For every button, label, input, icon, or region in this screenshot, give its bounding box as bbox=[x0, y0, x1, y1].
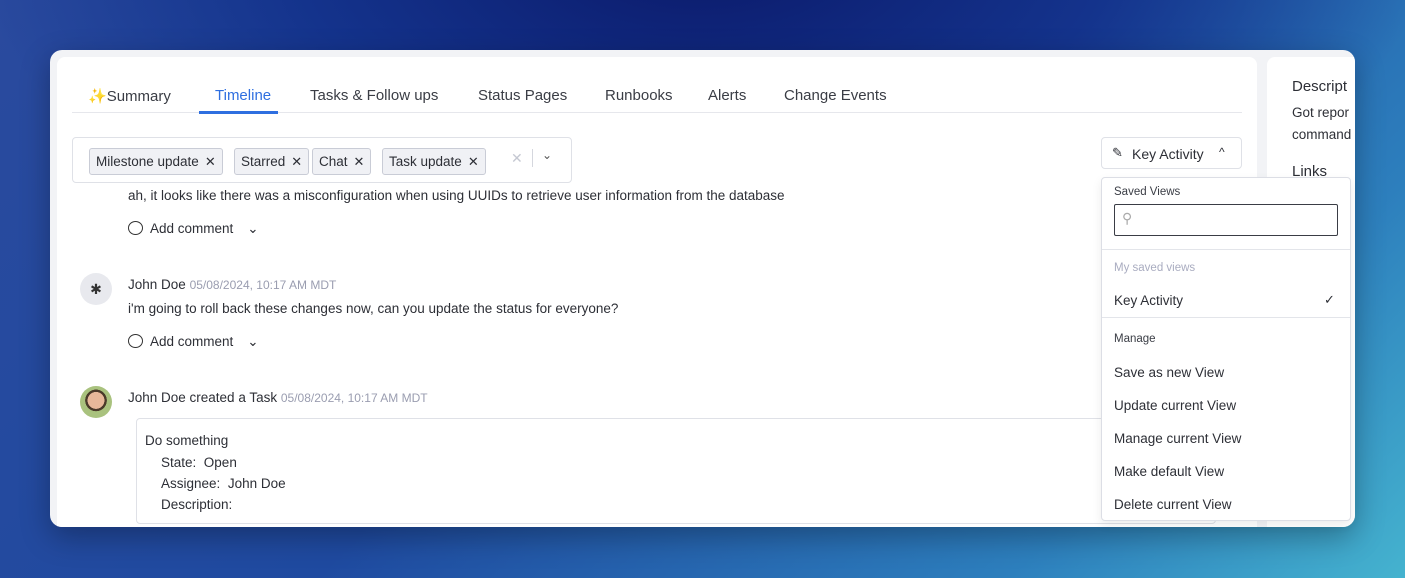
avatar bbox=[80, 386, 112, 418]
add-comment-button[interactable]: Add comment ⌄ bbox=[128, 221, 259, 237]
menu-heading: Saved Views bbox=[1114, 186, 1181, 198]
filter-chip: Milestone update ✕ bbox=[89, 148, 223, 175]
task-title: Do something bbox=[145, 433, 229, 448]
tab-tasks[interactable]: Tasks & Follow ups bbox=[310, 87, 438, 104]
filter-chip: Chat ✕ bbox=[312, 148, 372, 175]
chevron-up-icon: ^ bbox=[1219, 145, 1225, 159]
divider bbox=[532, 149, 533, 167]
task-state: State: Open bbox=[161, 455, 237, 470]
menu-section: Manage bbox=[1114, 333, 1156, 345]
chevron-down-icon[interactable]: ⌄ bbox=[247, 334, 258, 349]
slack-icon: ✱ bbox=[80, 273, 112, 305]
sparkles-icon: ✨ bbox=[88, 88, 107, 105]
tab-runbooks[interactable]: Runbooks bbox=[605, 87, 673, 104]
remove-icon[interactable]: ✕ bbox=[291, 154, 302, 169]
menu-item-key-activity[interactable]: Key Activity bbox=[1114, 293, 1183, 308]
pencil-icon: ✎ bbox=[1112, 145, 1123, 160]
description-text: Got repor bbox=[1292, 105, 1350, 120]
search-icon: ⚲ bbox=[1122, 210, 1133, 226]
saved-view-button[interactable]: ✎ Key Activity ^ bbox=[1101, 137, 1242, 169]
timeline-header: John Doe created a Task 05/08/2024, 10:1… bbox=[128, 390, 428, 405]
saved-views-menu: Saved Views ⚲ My saved views Key Activit… bbox=[1101, 177, 1351, 521]
filter-select[interactable]: Milestone update ✕ Starred ✕ Chat ✕ Task up… bbox=[72, 137, 572, 183]
menu-section: My saved views bbox=[1114, 262, 1196, 274]
remove-icon[interactable]: ✕ bbox=[354, 154, 365, 169]
add-comment-button[interactable]: Add comment ⌄ bbox=[128, 334, 259, 350]
comment-icon bbox=[128, 334, 143, 348]
tab-status-pages[interactable]: Status Pages bbox=[478, 87, 567, 104]
remove-icon[interactable]: ✕ bbox=[468, 154, 479, 169]
main-panel: ✨Summary Timeline Tasks & Follow ups Sta… bbox=[57, 57, 1257, 527]
tab-summary[interactable]: ✨Summary bbox=[88, 87, 171, 105]
divider bbox=[1102, 317, 1350, 318]
menu-item-update[interactable]: Update current View bbox=[1114, 398, 1236, 413]
active-tab-indicator bbox=[199, 111, 278, 114]
filter-chip: Task update ✕ bbox=[382, 148, 486, 175]
timeline-message: ah, it looks like there was a misconfigu… bbox=[128, 188, 785, 203]
divider bbox=[1102, 249, 1350, 250]
timeline-message: i'm going to roll back these changes now… bbox=[128, 301, 619, 316]
view-search-input[interactable]: ⚲ bbox=[1114, 204, 1338, 236]
description-heading: Descript bbox=[1292, 78, 1348, 95]
clear-icon[interactable]: ✕ bbox=[511, 150, 523, 167]
menu-item-delete[interactable]: Delete current View bbox=[1114, 497, 1232, 512]
description-text: command bbox=[1292, 127, 1352, 142]
task-description: Description: bbox=[161, 497, 233, 512]
chevron-down-icon[interactable]: ⌄ bbox=[542, 148, 552, 162]
task-card: Do something State: Open Assignee: John … bbox=[136, 418, 1216, 524]
filter-chip: Starred ✕ bbox=[234, 148, 310, 175]
check-icon: ✓ bbox=[1324, 292, 1335, 307]
menu-item-make-default[interactable]: Make default View bbox=[1114, 464, 1224, 479]
tab-change-events[interactable]: Change Events bbox=[784, 87, 887, 104]
remove-icon[interactable]: ✕ bbox=[205, 154, 216, 169]
menu-item-manage[interactable]: Manage current View bbox=[1114, 431, 1241, 446]
tab-alerts[interactable]: Alerts bbox=[708, 87, 746, 104]
tab-timeline[interactable]: Timeline bbox=[215, 87, 271, 104]
task-assignee: Assignee: John Doe bbox=[161, 476, 286, 491]
menu-item-save-new[interactable]: Save as new View bbox=[1114, 365, 1224, 380]
chevron-down-icon[interactable]: ⌄ bbox=[247, 221, 258, 236]
comment-icon bbox=[128, 221, 143, 235]
timeline-header: John Doe 05/08/2024, 10:17 AM MDT bbox=[128, 277, 337, 292]
